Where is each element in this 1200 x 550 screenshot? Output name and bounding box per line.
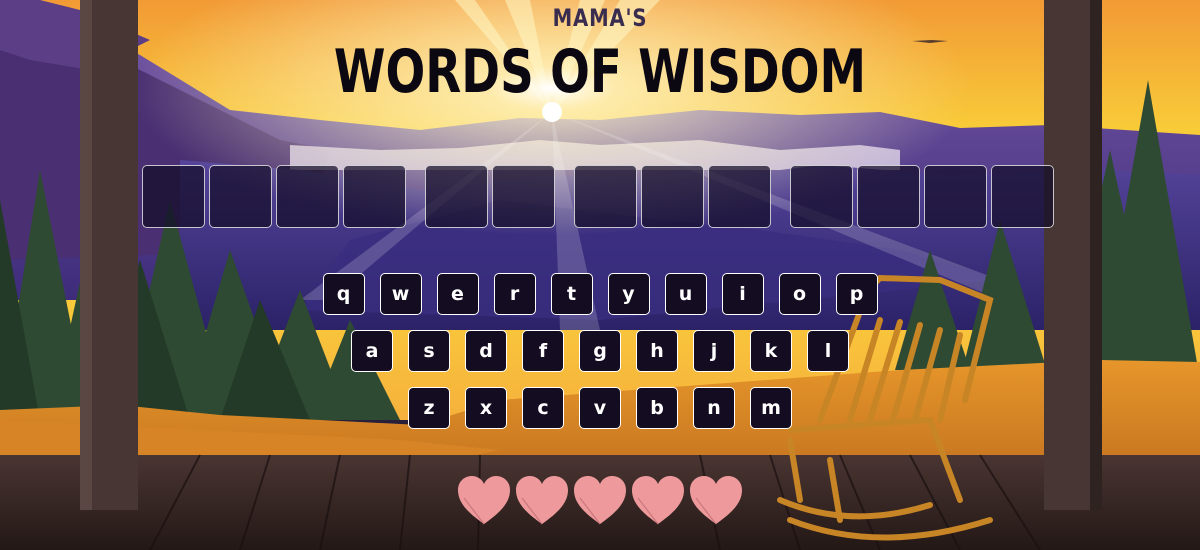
- key-k[interactable]: k: [750, 330, 792, 372]
- key-j[interactable]: j: [693, 330, 735, 372]
- letter-slot: [425, 165, 488, 228]
- letter-slot: [991, 165, 1054, 228]
- letter-slot: [924, 165, 987, 228]
- key-d[interactable]: d: [465, 330, 507, 372]
- key-v[interactable]: v: [579, 387, 621, 429]
- key-i[interactable]: i: [721, 273, 764, 315]
- heart-icon: [690, 476, 742, 525]
- key-e[interactable]: e: [436, 273, 479, 315]
- key-l[interactable]: l: [807, 330, 849, 372]
- key-w[interactable]: w: [379, 273, 422, 315]
- letter-slot: [790, 165, 853, 228]
- game-subtitle: MAMA'S: [552, 4, 648, 32]
- letter-slot: [209, 165, 272, 228]
- heart-icon: [516, 476, 568, 525]
- key-n[interactable]: n: [693, 387, 735, 429]
- letter-slot: [574, 165, 637, 228]
- letter-slot: [708, 165, 771, 228]
- key-c[interactable]: c: [522, 387, 564, 429]
- letter-slot: [492, 165, 555, 228]
- heart-icon: [574, 476, 626, 525]
- key-g[interactable]: g: [579, 330, 621, 372]
- key-a[interactable]: a: [351, 330, 393, 372]
- letter-slot: [142, 165, 205, 228]
- letter-slot: [857, 165, 920, 228]
- heart-icon: [458, 476, 510, 525]
- heart-icon: [632, 476, 684, 525]
- letter-slot: [641, 165, 704, 228]
- key-p[interactable]: p: [835, 273, 878, 315]
- letter-slot: [276, 165, 339, 228]
- key-h[interactable]: h: [636, 330, 678, 372]
- key-u[interactable]: u: [664, 273, 707, 315]
- key-o[interactable]: o: [778, 273, 821, 315]
- key-t[interactable]: t: [550, 273, 593, 315]
- key-q[interactable]: q: [322, 273, 365, 315]
- key-m[interactable]: m: [750, 387, 792, 429]
- letter-slot: [343, 165, 406, 228]
- key-s[interactable]: s: [408, 330, 450, 372]
- game-title: WORDS OF WISDOM: [333, 37, 867, 107]
- key-b[interactable]: b: [636, 387, 678, 429]
- key-r[interactable]: r: [493, 273, 536, 315]
- key-x[interactable]: x: [465, 387, 507, 429]
- key-y[interactable]: y: [607, 273, 650, 315]
- key-f[interactable]: f: [522, 330, 564, 372]
- key-z[interactable]: z: [408, 387, 450, 429]
